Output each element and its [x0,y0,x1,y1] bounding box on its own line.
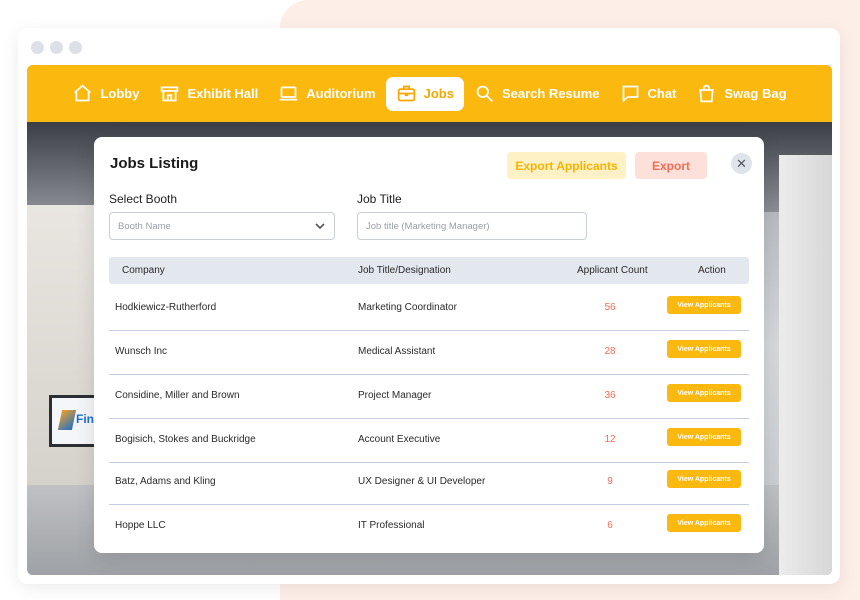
nav-auditorium[interactable]: Auditorium [268,77,385,111]
company-cell: Bogisich, Stokes and Buckridge [115,434,256,445]
job-title-input[interactable]: Job title (Marketing Manager) [357,212,587,240]
window-dot[interactable] [31,41,44,54]
view-applicants-button[interactable]: View Applicants [667,470,741,488]
home-icon [74,84,92,102]
table-row: Hoppe LLC IT Professional 6 View Applica… [109,505,749,549]
nav-exhibit-hall[interactable]: Exhibit Hall [149,77,268,111]
column-header-applicant-count[interactable]: Applicant Count [577,265,648,276]
job-title-cell: Marketing Coordinator [358,302,457,313]
nav-label: Exhibit Hall [187,86,259,101]
view-applicants-button[interactable]: View Applicants [667,340,741,358]
company-cell: Wunsch Inc [115,346,168,357]
export-applicants-button[interactable]: Export Applicants [507,152,626,179]
job-title-label: Job Title [357,192,402,206]
search-icon [476,85,493,102]
booth-logo [57,410,77,430]
table-row: Wunsch Inc Medical Assistant 28 View App… [109,331,749,375]
chat-icon [622,85,638,103]
booth-select-placeholder: Booth Name [118,220,171,232]
nav-label: Auditorium [306,86,376,101]
job-title-cell: Medical Assistant [358,346,436,357]
browser-window: Fin Lobby Exhibit Hall Auditorium Jobs S… [18,28,840,584]
nav-label: Chat [647,86,677,101]
briefcase-icon [397,85,415,102]
nav-lobby[interactable]: Lobby [62,77,149,111]
nav-label: Search Resume [501,86,600,101]
view-applicants-button[interactable]: View Applicants [667,384,741,402]
company-cell: Hodkiewicz-Rutherford [115,302,217,313]
column-header-company[interactable]: Company [122,265,165,276]
booth-select[interactable]: Booth Name [109,212,335,240]
nav-search-resume[interactable]: Search Resume [464,77,610,111]
view-applicants-button[interactable]: View Applicants [667,296,741,314]
nav-chat[interactable]: Chat [610,77,687,111]
applicant-count-cell: 56 [604,302,616,313]
scene-pillar [779,155,832,575]
nav-jobs[interactable]: Jobs [385,76,464,111]
applicant-count-cell: 6 [607,520,613,531]
job-title-cell: Project Manager [358,390,432,401]
applicant-count-cell: 12 [604,434,616,445]
window-dot[interactable] [50,41,63,54]
company-cell: Considine, Miller and Brown [115,390,240,401]
close-icon[interactable]: ✕ [731,153,752,174]
table-row: Considine, Miller and Brown Project Mana… [109,375,749,419]
modal-title: Jobs Listing [110,155,199,172]
applicant-count-cell: 28 [604,346,616,357]
nav-label: Lobby [100,86,140,101]
top-navigation: Lobby Exhibit Hall Auditorium Jobs Searc… [27,65,832,122]
applicant-count-cell: 9 [607,476,613,487]
table-header: Company Job Title/Designation Applicant … [109,257,749,284]
company-cell: Batz, Adams and Kling [115,476,216,487]
table-row: Bogisich, Stokes and Buckridge Account E… [109,419,749,463]
table-row: Batz, Adams and Kling UX Designer & UI D… [109,461,749,505]
nav-swag-bag[interactable]: Swag Bag [686,77,796,111]
job-title-placeholder: Job title (Marketing Manager) [366,220,490,232]
applicant-count-cell: 36 [604,390,616,401]
company-cell: Hoppe LLC [115,520,166,531]
view-applicants-button[interactable]: View Applicants [667,514,741,532]
job-title-cell: UX Designer & UI Developer [358,476,486,487]
window-dot[interactable] [69,41,82,54]
nav-label: Jobs [423,86,454,101]
store-icon [161,86,179,102]
view-applicants-button[interactable]: View Applicants [667,428,741,446]
column-header-job-title[interactable]: Job Title/Designation [358,265,451,276]
table-row: Hodkiewicz-Rutherford Marketing Coordina… [109,287,749,331]
laptop-icon [280,86,298,101]
jobs-listing-modal: Jobs Listing Export Applicants Export ✕ … [94,137,764,553]
job-title-cell: IT Professional [358,520,425,531]
nav-label: Swag Bag [724,86,787,101]
bag-icon [699,84,714,103]
column-header-action: Action [698,265,726,276]
select-booth-label: Select Booth [109,192,178,206]
booth-logo-text: Fin [76,412,94,426]
job-title-cell: Account Executive [358,434,441,445]
window-controls [31,41,82,54]
export-button[interactable]: Export [635,152,707,179]
chevron-down-icon [315,223,325,230]
